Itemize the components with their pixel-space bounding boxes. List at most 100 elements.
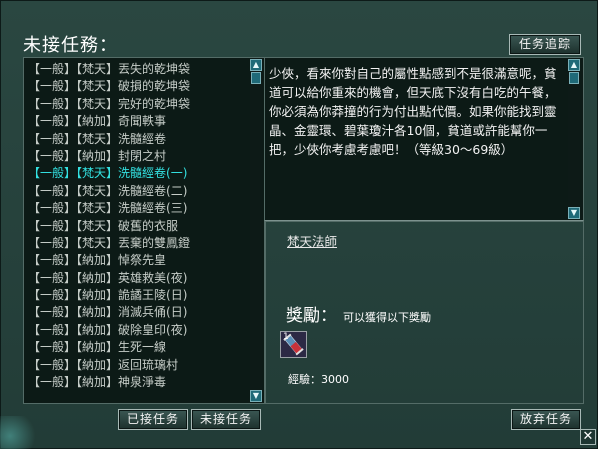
- task-list-item[interactable]: 【一般】【梵天】洗髓經卷(二): [28, 183, 248, 200]
- task-list-item[interactable]: 【一般】【梵天】破舊的衣服: [28, 218, 248, 235]
- task-cat: 【一般】: [28, 183, 77, 198]
- task-cat: 【一般】: [28, 148, 77, 163]
- task-list-item[interactable]: 【一般】【梵天】洗髓經卷(一): [28, 165, 248, 182]
- task-cat: 【一般】: [28, 357, 77, 372]
- task-cat: 【一般】: [28, 270, 77, 285]
- task-description: 少俠，看來你對自己的屬性點感到不是很滿意呢，貧道可以給你重來的機會，但天底下沒有…: [269, 66, 557, 157]
- task-list-item[interactable]: 【一般】【納加】生死一線: [28, 339, 248, 356]
- task-name: 完好的乾坤袋: [118, 96, 191, 111]
- close-icon[interactable]: ✕: [580, 429, 596, 445]
- abandon-task-button[interactable]: 放弃任务: [511, 409, 581, 430]
- reward-title: 獎勵：: [286, 301, 337, 326]
- task-sub: 【梵天】: [76, 201, 119, 216]
- task-list-item[interactable]: 【一般】【納加】英雄救美(夜): [28, 270, 248, 287]
- description-scrollbar[interactable]: ▲ ▼: [568, 58, 580, 221]
- task-list-item[interactable]: 【一般】【納加】破除皇印(夜): [28, 322, 248, 339]
- task-list-item[interactable]: 【一般】【納加】返回琉璃村: [28, 357, 248, 374]
- task-cat: 【一般】: [28, 131, 77, 146]
- task-list-item[interactable]: 【一般】【梵天】丟失的乾坤袋: [28, 61, 248, 78]
- task-cat: 【一般】: [28, 62, 77, 76]
- task-name: 破除皇印(夜): [118, 322, 188, 337]
- task-list-item[interactable]: 【一般】【納加】詭譎王陵(日): [28, 287, 248, 304]
- task-name: 神泉淨毒: [118, 375, 167, 390]
- task-cat: 【一般】: [28, 166, 77, 181]
- item-count: 1: [283, 332, 289, 342]
- task-cat: 【一般】: [28, 288, 77, 303]
- task-name: 洗髓經卷(三): [118, 201, 188, 216]
- task-list-item[interactable]: 【一般】【納加】消滅兵俑(日): [28, 304, 248, 321]
- task-sub: 【梵天】: [76, 235, 119, 250]
- task-cat: 【一般】: [28, 235, 77, 250]
- task-list-item[interactable]: 【一般】【梵天】洗髓經卷(三): [28, 200, 248, 217]
- reward-subtitle: 可以獲得以下獎勵: [343, 311, 431, 324]
- task-sub: 【梵天】: [76, 62, 119, 76]
- task-name: 封閉之村: [118, 148, 167, 163]
- task-list-item[interactable]: 【一般】【納加】封閉之村: [28, 148, 248, 165]
- task-sub: 【納加】: [76, 322, 119, 337]
- task-name: 洗髓經卷(一): [118, 166, 188, 181]
- scroll-thumb[interactable]: [251, 72, 261, 84]
- task-sub: 【納加】: [76, 270, 119, 285]
- task-sub: 【納加】: [76, 305, 119, 320]
- reward-exp: 經驗：3000: [288, 373, 349, 386]
- task-name: 丟棄的雙鳳鐙: [118, 235, 191, 250]
- task-cat: 【一般】: [28, 114, 77, 129]
- npc-link[interactable]: 梵天法師: [287, 231, 337, 250]
- task-list-item[interactable]: 【一般】【梵天】丟棄的雙鳳鐙: [28, 235, 248, 252]
- task-name: 生死一線: [118, 340, 167, 355]
- task-name: 消滅兵俑(日): [118, 305, 188, 320]
- task-sub: 【納加】: [76, 288, 119, 303]
- task-track-button[interactable]: 任务追踪: [509, 34, 581, 55]
- task-window: 未接任務： 任务追踪 【一般】【梵天】丟失的乾坤袋 【一般】【梵天】破損的乾坤袋【…: [0, 0, 598, 449]
- task-name: 洗髓經卷(二): [118, 183, 188, 198]
- scroll-thumb[interactable]: [569, 72, 579, 84]
- task-list-item[interactable]: 【一般】【納加】神泉淨毒: [28, 374, 248, 391]
- task-cat: 【一般】: [28, 201, 77, 216]
- window-title: 未接任務：: [23, 35, 118, 56]
- task-name: 破損的乾坤袋: [118, 79, 191, 94]
- task-list: 【一般】【梵天】丟失的乾坤袋 【一般】【梵天】破損的乾坤袋 【一般】【梵天】完好的乾…: [28, 61, 248, 391]
- task-sub: 【納加】: [76, 340, 119, 355]
- triangle-down-icon[interactable]: ▼: [250, 390, 262, 402]
- task-list-item[interactable]: 【一般】【納加】奇聞軼事: [28, 113, 248, 130]
- task-list-scrollbar[interactable]: ▲ ▼: [250, 58, 262, 403]
- task-reward-panel: 梵天法師 獎勵： 可以獲得以下獎勵 1 經驗：3000: [264, 220, 584, 404]
- task-sub: 【梵天】: [76, 96, 119, 111]
- task-list-item[interactable]: 【一般】【梵天】完好的乾坤袋: [28, 96, 248, 113]
- task-sub: 【納加】: [76, 114, 119, 129]
- task-name: 破舊的衣服: [118, 218, 179, 233]
- task-sub: 【納加】: [76, 357, 119, 372]
- task-sub: 【梵天】: [76, 131, 119, 146]
- task-cat: 【一般】: [28, 375, 77, 390]
- task-description-panel: 少俠，看來你對自己的屬性點感到不是很滿意呢，貧道可以給你重來的機會，但天底下沒有…: [264, 57, 584, 222]
- corner-decoration: [0, 416, 40, 449]
- task-name: 返回琉璃村: [118, 357, 179, 372]
- task-sub: 【納加】: [76, 253, 119, 268]
- task-list-item[interactable]: 【一般】【梵天】破損的乾坤袋: [28, 78, 248, 95]
- task-name: 英雄救美(夜): [118, 270, 188, 285]
- triangle-up-icon[interactable]: ▲: [250, 59, 262, 71]
- task-sub: 【梵天】: [76, 218, 119, 233]
- task-name: 奇聞軼事: [118, 114, 167, 129]
- triangle-down-icon[interactable]: ▼: [568, 207, 580, 219]
- task-sub: 【納加】: [76, 148, 119, 163]
- task-cat: 【一般】: [28, 253, 77, 268]
- unaccepted-tasks-button[interactable]: 未接任务: [191, 409, 261, 430]
- task-cat: 【一般】: [28, 218, 77, 233]
- task-list-item[interactable]: 【一般】【納加】悼祭先皇: [28, 252, 248, 269]
- task-list-panel: 【一般】【梵天】丟失的乾坤袋 【一般】【梵天】破損的乾坤袋 【一般】【梵天】完好的乾…: [23, 57, 266, 404]
- task-name: 洗髓經卷: [118, 131, 167, 146]
- task-name: 詭譎王陵(日): [118, 288, 188, 303]
- reward-title-text: 獎勵: [286, 306, 320, 326]
- task-sub: 【梵天】: [76, 79, 119, 94]
- reward-item-slot[interactable]: 1: [280, 331, 307, 358]
- triangle-up-icon[interactable]: ▲: [568, 59, 580, 71]
- task-sub: 【梵天】: [76, 183, 119, 198]
- task-cat: 【一般】: [28, 79, 77, 94]
- accepted-tasks-button[interactable]: 已接任务: [118, 409, 188, 430]
- task-list-item[interactable]: 【一般】【梵天】洗髓經卷: [28, 131, 248, 148]
- task-cat: 【一般】: [28, 305, 77, 320]
- task-name: 悼祭先皇: [118, 253, 167, 268]
- task-sub: 【納加】: [76, 375, 119, 390]
- reward-title-colon: ：: [320, 306, 337, 326]
